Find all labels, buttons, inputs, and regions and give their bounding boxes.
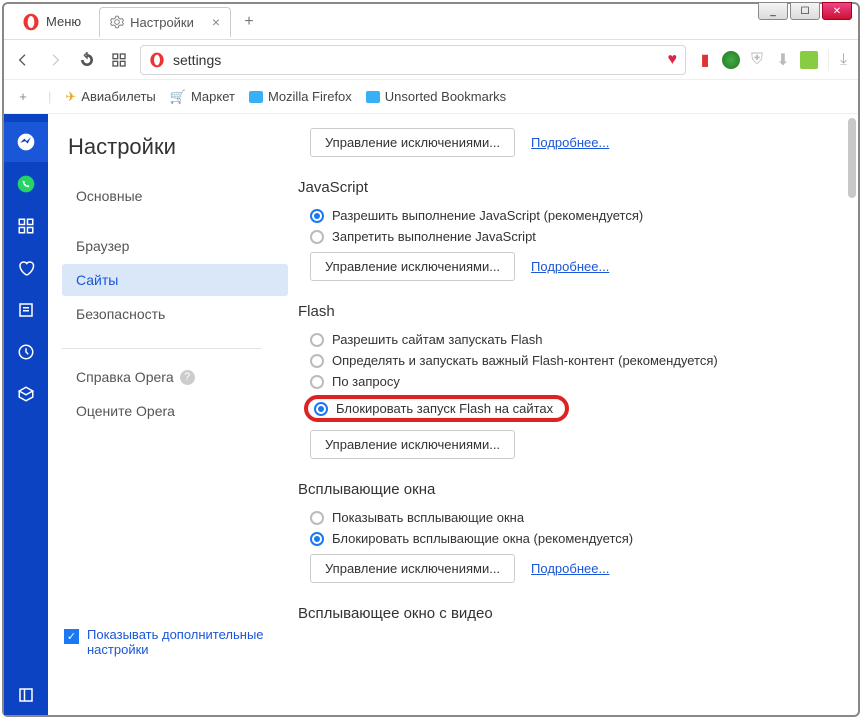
minimize-button[interactable]: _: [758, 2, 788, 20]
radio-icon: [310, 230, 324, 244]
bookmark-heart-icon[interactable]: ♥: [668, 51, 678, 69]
back-button[interactable]: [12, 49, 34, 71]
extension-icon-1[interactable]: ▮: [696, 51, 714, 69]
android-icon[interactable]: [800, 51, 818, 69]
maximize-button[interactable]: ☐: [790, 2, 820, 20]
flash-detect-option[interactable]: Определять и запускать важный Flash-конт…: [310, 353, 844, 368]
js-block-option[interactable]: Запретить выполнение JavaScript: [310, 229, 844, 244]
extensions-tray: ▮ ⛨ ⬇: [696, 51, 818, 69]
more-link[interactable]: Подробнее...: [531, 561, 609, 576]
radio-icon: [310, 375, 324, 389]
radio-icon: [314, 402, 328, 416]
news-rail-icon[interactable]: [4, 290, 48, 330]
manage-exceptions-button[interactable]: Управление исключениями...: [310, 128, 515, 157]
window-controls: _ ☐ ✕: [756, 2, 852, 20]
add-bookmark-button[interactable]: +: [12, 86, 34, 108]
radio-icon: [310, 532, 324, 546]
divider: [62, 348, 262, 349]
bookmark-flights[interactable]: ✈Авиабилеты: [65, 89, 155, 105]
new-tab-button[interactable]: +: [237, 10, 261, 34]
nav-bar: settings ♥ ▮ ⛨ ⬇ ⤓: [4, 40, 858, 80]
url-bar[interactable]: settings ♥: [140, 45, 686, 75]
cart-icon: 🛒: [170, 89, 186, 105]
messenger-icon[interactable]: [4, 122, 48, 162]
show-advanced-checkbox[interactable]: ✓ Показывать дополнительные настройки: [64, 627, 288, 657]
downloads-icon[interactable]: ⤓: [828, 49, 850, 71]
settings-sidebar: Настройки Основные Браузер Сайты Безопас…: [48, 114, 288, 715]
section-popups: Всплывающие окна: [298, 481, 844, 498]
settings-content: Управление исключениями... Подробнее... …: [288, 114, 858, 715]
section-flash: Flash: [298, 303, 844, 320]
collapse-rail-icon[interactable]: [4, 675, 48, 715]
menu-button[interactable]: Меню: [12, 9, 91, 35]
section-javascript: JavaScript: [298, 179, 844, 196]
flash-ask-option[interactable]: По запросу: [310, 374, 844, 389]
opera-badge-icon: [149, 52, 165, 68]
sidebar-item-browser[interactable]: Браузер: [62, 230, 288, 262]
sidebar-item-sites[interactable]: Сайты: [62, 264, 288, 296]
plane-icon: ✈: [65, 89, 76, 105]
sidebar-help[interactable]: Справка Opera?: [62, 361, 288, 393]
popup-block-option[interactable]: Блокировать всплывающие окна (рекомендуе…: [310, 531, 844, 546]
manage-exceptions-button[interactable]: Управление исключениями...: [310, 430, 515, 459]
history-rail-icon[interactable]: [4, 332, 48, 372]
tab-settings[interactable]: Настройки ×: [99, 7, 231, 37]
manage-exceptions-button[interactable]: Управление исключениями...: [310, 252, 515, 281]
bookmark-unsorted[interactable]: Unsorted Bookmarks: [366, 89, 506, 104]
js-allow-option[interactable]: Разрешить выполнение JavaScript (рекомен…: [310, 208, 844, 223]
manage-exceptions-button[interactable]: Управление исключениями...: [310, 554, 515, 583]
sidebar-rate[interactable]: Оцените Opera: [62, 395, 288, 427]
radio-icon: [310, 333, 324, 347]
radio-icon: [310, 354, 324, 368]
page-title: Настройки: [68, 134, 288, 160]
extension-icon-2[interactable]: [722, 51, 740, 69]
more-link[interactable]: Подробнее...: [531, 259, 609, 274]
tab-close-icon[interactable]: ×: [212, 14, 220, 30]
speed-dial-button[interactable]: [108, 49, 130, 71]
sidebar-item-main[interactable]: Основные: [62, 180, 288, 212]
speed-dial-rail-icon[interactable]: [4, 206, 48, 246]
bookmark-firefox[interactable]: Mozilla Firefox: [249, 89, 352, 104]
whatsapp-icon[interactable]: [4, 164, 48, 204]
help-icon: ?: [180, 370, 195, 385]
close-button[interactable]: ✕: [822, 2, 852, 20]
radio-icon: [310, 209, 324, 223]
menu-label: Меню: [46, 14, 81, 29]
heart-rail-icon[interactable]: [4, 248, 48, 288]
download-arrow-icon[interactable]: ⬇: [774, 51, 792, 69]
url-text: settings: [173, 52, 660, 68]
more-link[interactable]: Подробнее...: [531, 135, 609, 150]
folder-icon: [249, 91, 263, 103]
opera-logo-icon: [22, 13, 40, 31]
check-icon: ✓: [64, 629, 79, 644]
tab-title: Настройки: [130, 15, 194, 30]
bookmark-market[interactable]: 🛒Маркет: [170, 89, 235, 105]
tab-bar: Меню Настройки × +: [4, 4, 858, 40]
popup-show-option[interactable]: Показывать всплывающие окна: [310, 510, 844, 525]
radio-icon: [310, 511, 324, 525]
bookmarks-bar: + | ✈Авиабилеты 🛒Маркет Mozilla Firefox …: [4, 80, 858, 114]
flash-block-option[interactable]: Блокировать запуск Flash на сайтах: [304, 395, 569, 422]
section-video-popup: Всплывающее окно с видео: [298, 605, 844, 622]
gear-icon: [110, 15, 124, 29]
sidebar-item-security[interactable]: Безопасность: [62, 298, 288, 330]
scrollbar-thumb[interactable]: [848, 118, 856, 198]
shield-icon[interactable]: ⛨: [748, 51, 766, 69]
folder-icon: [366, 91, 380, 103]
flash-allow-option[interactable]: Разрешить сайтам запускать Flash: [310, 332, 844, 347]
extensions-rail-icon[interactable]: [4, 374, 48, 414]
reload-button[interactable]: [76, 49, 98, 71]
left-rail: [4, 114, 48, 715]
forward-button[interactable]: [44, 49, 66, 71]
